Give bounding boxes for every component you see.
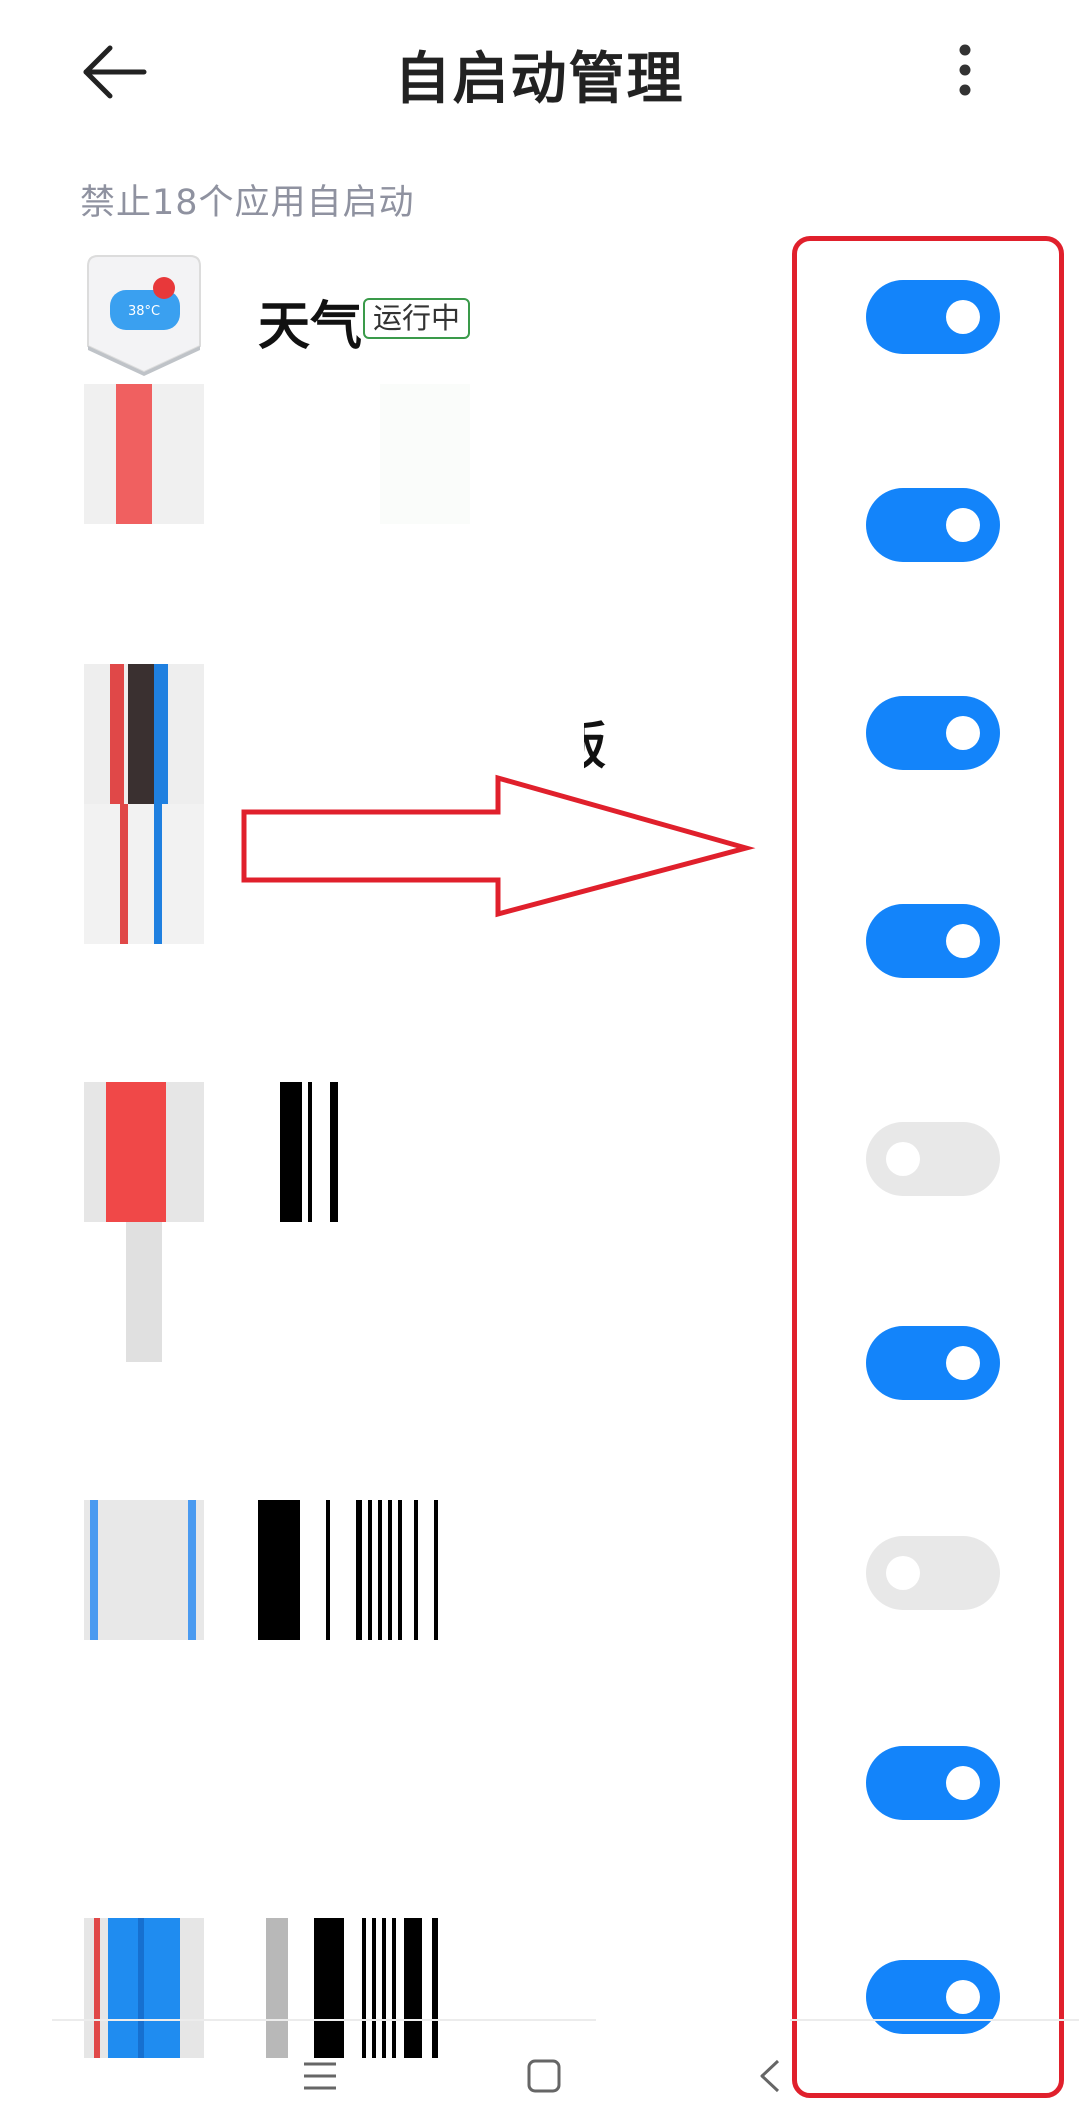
chevron-left-icon: [760, 2059, 780, 2093]
header: 自启动管理: [0, 0, 1079, 150]
app-name-placeholder: [258, 1082, 338, 1222]
page-title: 自启动管理: [394, 47, 685, 112]
app-icon: [84, 1918, 204, 2058]
arrow-right-annotation-icon: [241, 774, 756, 918]
weather-app-icon: 38°C: [84, 252, 204, 392]
home-button[interactable]: [526, 2058, 562, 2098]
app-name-placeholder: [258, 1500, 448, 1640]
square-home-icon: [527, 2059, 561, 2093]
menu-icon: [304, 2062, 336, 2090]
more-button[interactable]: [940, 40, 990, 100]
svg-text:38°C: 38°C: [128, 304, 160, 319]
app-icon: [84, 1082, 204, 1362]
nav-divider: [790, 2019, 1079, 2021]
disabled-count-label: 禁止18个应用自启动: [80, 183, 415, 223]
menu-button[interactable]: [302, 2058, 338, 2098]
more-vertical-icon: [959, 44, 971, 96]
app-icon: [84, 664, 204, 944]
app-name-placeholder: [258, 1918, 458, 2058]
app-name-placeholder: [380, 384, 470, 524]
app-name: 版: [584, 706, 664, 778]
app-icon: [84, 384, 204, 524]
status-badge: 运行中: [363, 298, 471, 340]
app-icon: [84, 1500, 204, 1640]
app-name: 天气: [258, 297, 363, 357]
nav-divider: [52, 2019, 596, 2021]
nav-back-button[interactable]: [756, 2058, 784, 2098]
highlight-box: [792, 236, 1064, 2098]
